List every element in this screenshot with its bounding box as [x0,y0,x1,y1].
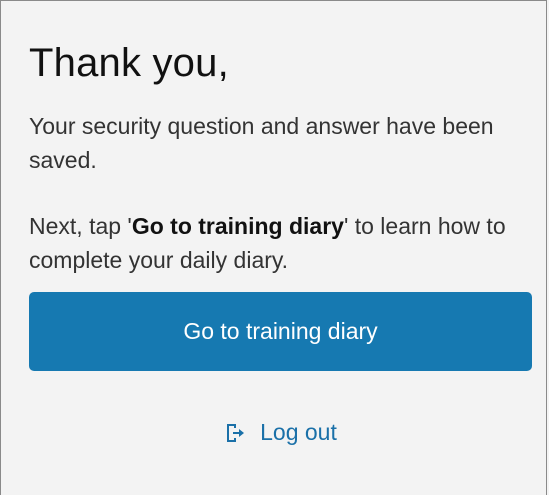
log-out-label: Log out [260,419,337,445]
saved-message: Your security question and answer have b… [29,113,494,173]
go-to-training-diary-button[interactable]: Go to training diary [29,292,532,371]
log-out-icon [224,422,246,444]
next-step-message: Next, tap 'Go to training diary' to lear… [29,209,518,277]
go-to-training-diary-label: Go to training diary [183,318,378,344]
log-out-link[interactable]: Log out [29,419,532,446]
page-title: Thank you, [29,41,229,85]
next-step-emphasis: Go to training diary [131,213,344,239]
confirmation-panel: Thank you, Your security question and an… [0,0,547,495]
next-step-prefix: Next, tap ' [29,213,132,239]
